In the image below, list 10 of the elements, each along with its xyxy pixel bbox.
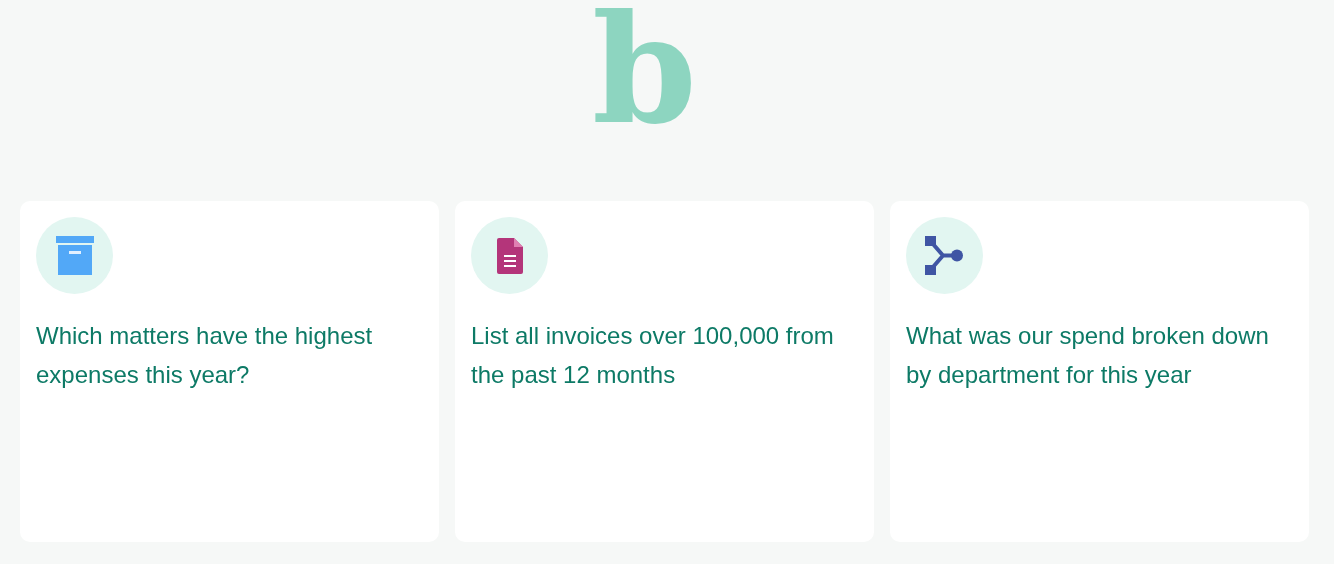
suggestion-text: List all invoices over 100,000 from the past 12 months	[471, 321, 835, 390]
document-icon	[496, 237, 523, 274]
suggestion-text: Which matters have the highest expenses this year?	[36, 321, 374, 390]
suggestion-text: What was our spend broken down by department for this year	[906, 321, 1270, 390]
suggestion-card[interactable]: Which matters have the highest expenses this year?	[20, 201, 439, 542]
logo: b	[592, 0, 697, 144]
suggestion-card[interactable]: List all invoices over 100,000 from the past 12 months	[455, 201, 874, 542]
archive-box-icon	[55, 235, 94, 276]
suggestion-card[interactable]: What was our spend broken down by department for this year	[890, 201, 1309, 542]
merge-icon	[924, 235, 965, 276]
